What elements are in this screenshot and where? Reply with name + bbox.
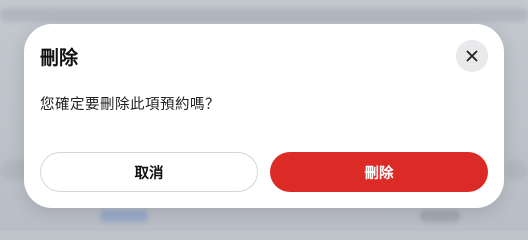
background-chip [420, 210, 460, 222]
background-row [0, 8, 528, 22]
background-row [505, 160, 528, 180]
close-icon [466, 50, 478, 62]
cancel-button[interactable]: 取消 [40, 152, 258, 192]
delete-button[interactable]: 刪除 [270, 152, 488, 192]
dialog-message: 您確定要刪除此項預約嗎？ [40, 97, 220, 113]
delete-confirm-dialog: 刪除 您確定要刪除此項預約嗎？ 取消 刪除 [24, 24, 504, 208]
close-button[interactable] [456, 40, 488, 72]
background-chip [100, 210, 148, 222]
dialog-title: 刪除 [40, 47, 79, 69]
